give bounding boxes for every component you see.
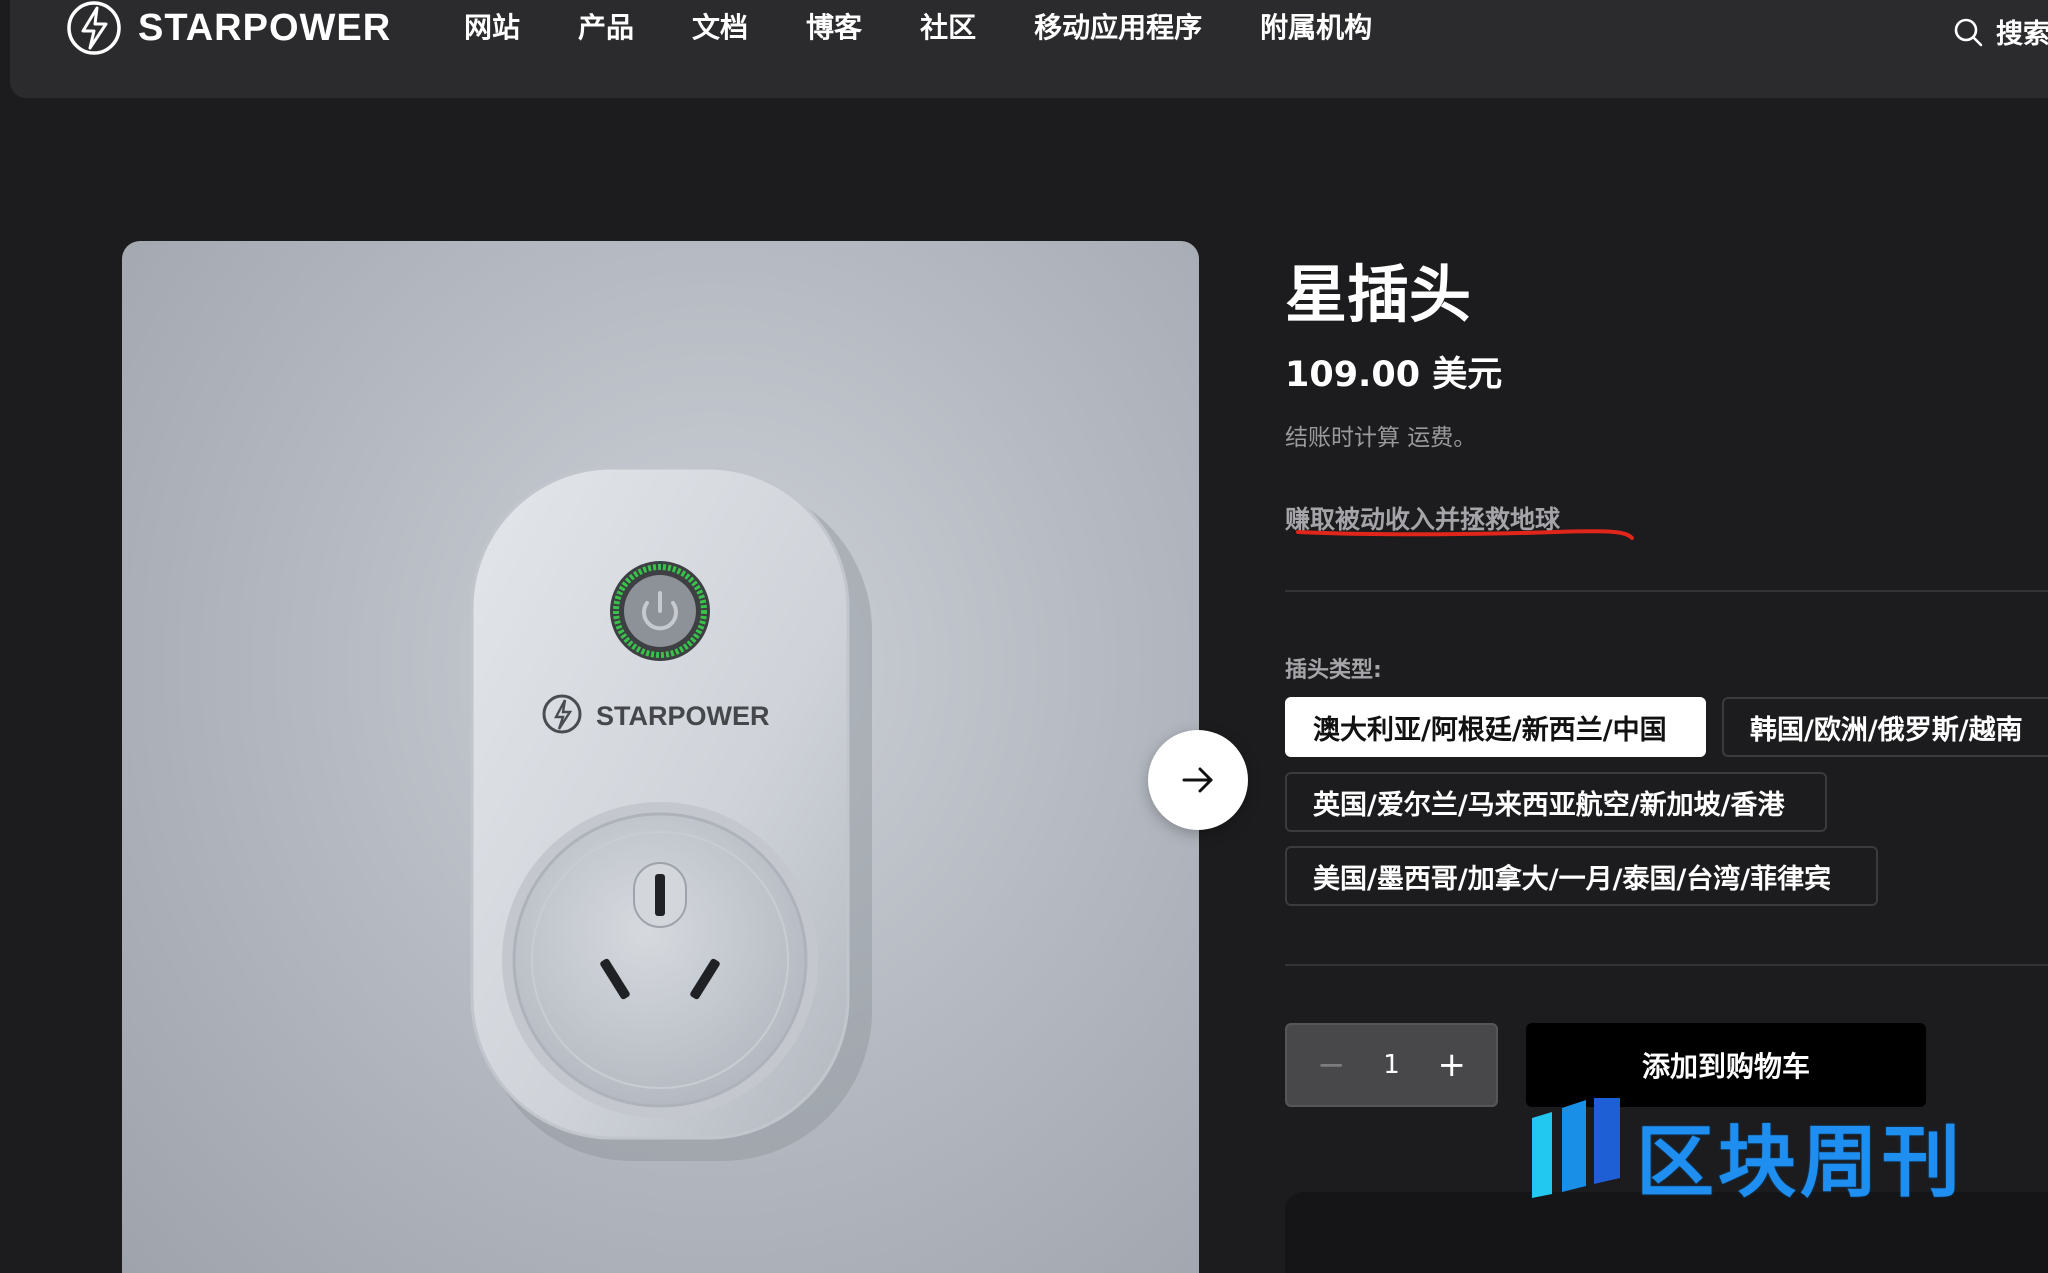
- smart-plug-illustration: STARPOWER: [470, 466, 872, 1161]
- product-image: STARPOWER: [122, 241, 1199, 1273]
- shipping-note: 结账时计算 运费。: [1285, 425, 1477, 451]
- nav-item-community[interactable]: 社区: [920, 6, 976, 46]
- search-label: 搜索: [1996, 19, 2048, 50]
- divider-top: [1285, 590, 2048, 592]
- red-underline-annotation: [1296, 529, 1634, 540]
- product-title: 星插头: [1285, 258, 1472, 331]
- starpower-logo-icon: [67, 1, 121, 55]
- search-button[interactable]: 搜索: [1952, 12, 2048, 51]
- device-brand-text: STARPOWER: [596, 701, 770, 731]
- divider-bottom: [1285, 964, 2048, 966]
- quantity-value[interactable]: 1: [1383, 1050, 1400, 1080]
- quantity-decrease-button[interactable]: −: [1317, 1045, 1346, 1085]
- nav-item-website[interactable]: 网站: [464, 6, 520, 46]
- plug-type-label: 插头类型:: [1285, 658, 1382, 683]
- nav-item-blog[interactable]: 博客: [806, 6, 862, 46]
- main-nav: 网站 产品 文档 博客 社区 移动应用程序 附属机构: [464, 6, 1430, 46]
- quantity-increase-button[interactable]: +: [1437, 1045, 1466, 1085]
- plug-option-au-cn[interactable]: 澳大利亚/阿根廷/新西兰/中国: [1285, 697, 1706, 757]
- product-price: 109.00 美元: [1285, 355, 1503, 395]
- plug-option-kr-eu[interactable]: 韩国/欧洲/俄罗斯/越南: [1722, 697, 2048, 757]
- nav-item-mobile-app[interactable]: 移动应用程序: [1034, 6, 1202, 46]
- nav-item-products[interactable]: 产品: [578, 6, 634, 46]
- plug-option-us-ph[interactable]: 美国/墨西哥/加拿大/一月/泰国/台湾/菲律宾: [1285, 846, 1878, 906]
- next-image-button[interactable]: [1148, 730, 1248, 830]
- search-icon: [1954, 18, 1983, 46]
- add-to-cart-button[interactable]: 添加到购物车: [1526, 1023, 1926, 1107]
- quantity-stepper: − 1 +: [1285, 1023, 1498, 1107]
- arrow-right-icon: [1182, 767, 1213, 793]
- brand-name: STARPOWER: [138, 6, 392, 49]
- nav-item-docs[interactable]: 文档: [692, 6, 748, 46]
- nav-item-affiliates[interactable]: 附属机构: [1260, 6, 1372, 46]
- brand-logo[interactable]: STARPOWER: [66, 0, 391, 56]
- watermark-text: 区块周刊: [1636, 1118, 1965, 1208]
- product-page: STARPOWER 网站 产品 文档 博客 社区 移动应用程序 附属机构 搜索: [0, 0, 2048, 1273]
- plug-option-uk-hk[interactable]: 英国/爱尔兰/马来西亚航空/新加坡/香港: [1285, 772, 1827, 832]
